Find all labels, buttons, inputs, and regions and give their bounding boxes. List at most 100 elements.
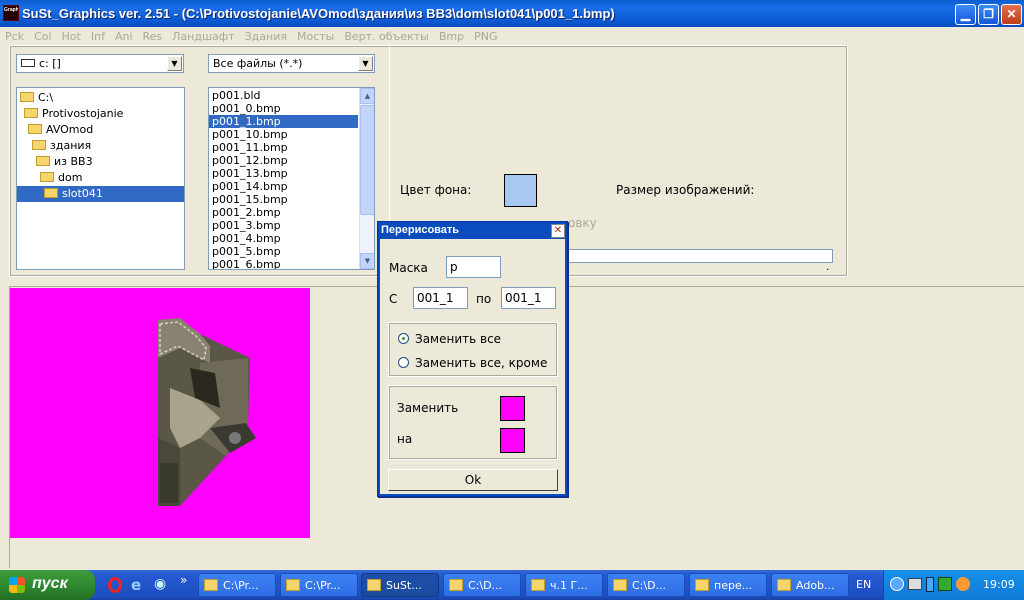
file-item[interactable]: p001_2.bmp — [209, 206, 358, 219]
usb-icon[interactable] — [926, 577, 934, 592]
clock: 19:09 — [983, 578, 1015, 591]
folder-item[interactable]: slot041 — [17, 186, 184, 202]
file-item[interactable]: p001_0.bmp — [209, 102, 358, 115]
file-item[interactable]: p001.bld — [209, 89, 358, 102]
bg-color-swatch[interactable] — [504, 174, 537, 207]
ie-icon[interactable]: e — [131, 576, 147, 594]
menu-item-6[interactable]: Ландшафт — [170, 27, 236, 46]
folder-label: C:\ — [38, 91, 54, 104]
chevron-down-icon[interactable]: ▼ — [167, 56, 182, 71]
file-item[interactable]: p001_15.bmp — [209, 193, 358, 206]
taskbar-button[interactable]: Adob... — [771, 573, 849, 597]
scroll-thumb[interactable] — [360, 105, 374, 215]
file-item[interactable]: p001_6.bmp — [209, 258, 358, 269]
folder-label: здания — [50, 139, 92, 152]
folder-tree[interactable]: C:\ Protivostojanie AVOmod здания из BB3 dom s… — [16, 87, 185, 270]
maximize-button[interactable]: ❐ — [978, 4, 999, 25]
radio-replace-except[interactable]: Заменить все, кроме — [398, 356, 547, 370]
scroll-down-icon[interactable]: ▼ — [360, 253, 374, 269]
quicklaunch-icon[interactable]: ◉ — [154, 576, 170, 592]
network-icon[interactable] — [908, 578, 922, 590]
file-list-scrollbar[interactable]: ▲ ▼ — [359, 88, 374, 269]
app-icon[interactable]: Graph — [3, 5, 19, 21]
file-item[interactable]: p001_13.bmp — [209, 167, 358, 180]
with-color-swatch[interactable] — [500, 428, 525, 453]
taskbar-button[interactable]: C:\Pr... — [198, 573, 276, 597]
taskbar-button[interactable]: SuSt... — [361, 573, 439, 597]
filter-combo[interactable]: Все файлы (*.*) ▼ — [208, 54, 375, 73]
file-item[interactable]: p001_11.bmp — [209, 141, 358, 154]
from-input[interactable]: 001_1 — [413, 287, 468, 309]
menu-item-1[interactable]: Col — [32, 27, 53, 46]
drive-combo[interactable]: c: [] ▼ — [16, 54, 184, 73]
file-item[interactable]: p001_12.bmp — [209, 154, 358, 167]
minimize-button[interactable]: ▁ — [955, 4, 976, 25]
window-icon — [286, 579, 300, 591]
chevron-right-icon[interactable]: » — [180, 573, 187, 587]
folder-item[interactable]: из BB3 — [17, 154, 184, 170]
folder-item[interactable]: здания — [17, 138, 184, 154]
menu-item-4[interactable]: Ani — [113, 27, 135, 46]
taskbar-button[interactable]: C:\Pr... — [280, 573, 358, 597]
scroll-up-icon[interactable]: ▲ — [360, 88, 374, 104]
dialog-close-button[interactable]: ✕ — [551, 224, 565, 238]
close-button[interactable]: ✕ — [1001, 4, 1022, 25]
language-indicator[interactable]: EN — [856, 578, 871, 591]
dialog-title: Перерисовать — [381, 224, 460, 236]
menu-item-3[interactable]: Inf — [89, 27, 107, 46]
from-label: С — [389, 292, 398, 306]
file-item[interactable]: p001_3.bmp — [209, 219, 358, 232]
opera-icon[interactable] — [108, 577, 122, 593]
windows-logo-icon — [9, 577, 25, 593]
file-item[interactable]: p001_5.bmp — [209, 245, 358, 258]
radio-replace-all[interactable]: Заменить все — [398, 332, 501, 346]
antivirus-icon[interactable] — [938, 577, 952, 591]
window-icon — [531, 579, 545, 591]
minimize-icon: ▁ — [960, 7, 971, 21]
start-label: пуск — [32, 575, 68, 592]
menu-item-11[interactable]: PNG — [472, 27, 499, 46]
taskbar-button[interactable]: C:\D... — [443, 573, 521, 597]
folder-icon — [28, 124, 42, 134]
menu-item-9[interactable]: Верт. объекты — [342, 27, 431, 46]
folder-item[interactable]: C:\ — [17, 90, 184, 106]
title-bar[interactable]: Graph SuSt_Graphics ver. 2.51 - (C:\Prot… — [0, 0, 1024, 27]
menu-item-0[interactable]: Pck — [3, 27, 26, 46]
menu-item-10[interactable]: Bmp — [437, 27, 466, 46]
start-button[interactable]: пуск — [0, 570, 95, 600]
taskbar-button-label: ч.1 Г... — [550, 579, 588, 592]
window-icon — [367, 579, 381, 591]
taskbar-button-label: Adob... — [796, 579, 835, 592]
folder-item[interactable]: AVOmod — [17, 122, 184, 138]
taskbar-button-label: SuSt... — [386, 579, 422, 592]
restore-icon: ❐ — [983, 7, 994, 21]
tray-arrow-icon[interactable] — [890, 577, 904, 591]
file-item[interactable]: p001_14.bmp — [209, 180, 358, 193]
replace-color-swatch[interactable] — [500, 396, 525, 421]
folder-icon — [20, 92, 34, 102]
taskbar-button[interactable]: пере... — [689, 573, 767, 597]
file-item[interactable]: p001_1.bmp — [209, 115, 358, 128]
drive-icon — [21, 59, 35, 67]
taskbar-button[interactable]: ч.1 Г... — [525, 573, 603, 597]
chevron-down-icon[interactable]: ▼ — [358, 56, 373, 71]
taskbar-button[interactable]: C:\D... — [607, 573, 685, 597]
file-item[interactable]: p001_10.bmp — [209, 128, 358, 141]
tray-app-icon[interactable] — [956, 577, 970, 591]
folder-item[interactable]: Protivostojanie — [17, 106, 184, 122]
radio-replace-except-label: Заменить все, кроме — [415, 356, 548, 370]
hidden-checkbox-label: овку — [568, 216, 597, 230]
file-item[interactable]: p001_4.bmp — [209, 232, 358, 245]
bg-color-label: Цвет фона: — [400, 183, 472, 197]
folder-item[interactable]: dom — [17, 170, 184, 186]
ok-button[interactable]: Ok — [388, 469, 558, 491]
to-input[interactable]: 001_1 — [501, 287, 556, 309]
folder-icon — [24, 108, 38, 118]
image-size-label: Размер изображений: — [616, 183, 755, 197]
file-list[interactable]: p001.bld p001_0.bmp p001_1.bmp p001_10.bmp p… — [209, 89, 358, 269]
menu-item-8[interactable]: Мосты — [295, 27, 336, 46]
menu-item-7[interactable]: Здания — [243, 27, 289, 46]
mask-input[interactable]: p — [446, 256, 501, 278]
menu-item-2[interactable]: Hot — [60, 27, 83, 46]
menu-item-5[interactable]: Res — [141, 27, 165, 46]
